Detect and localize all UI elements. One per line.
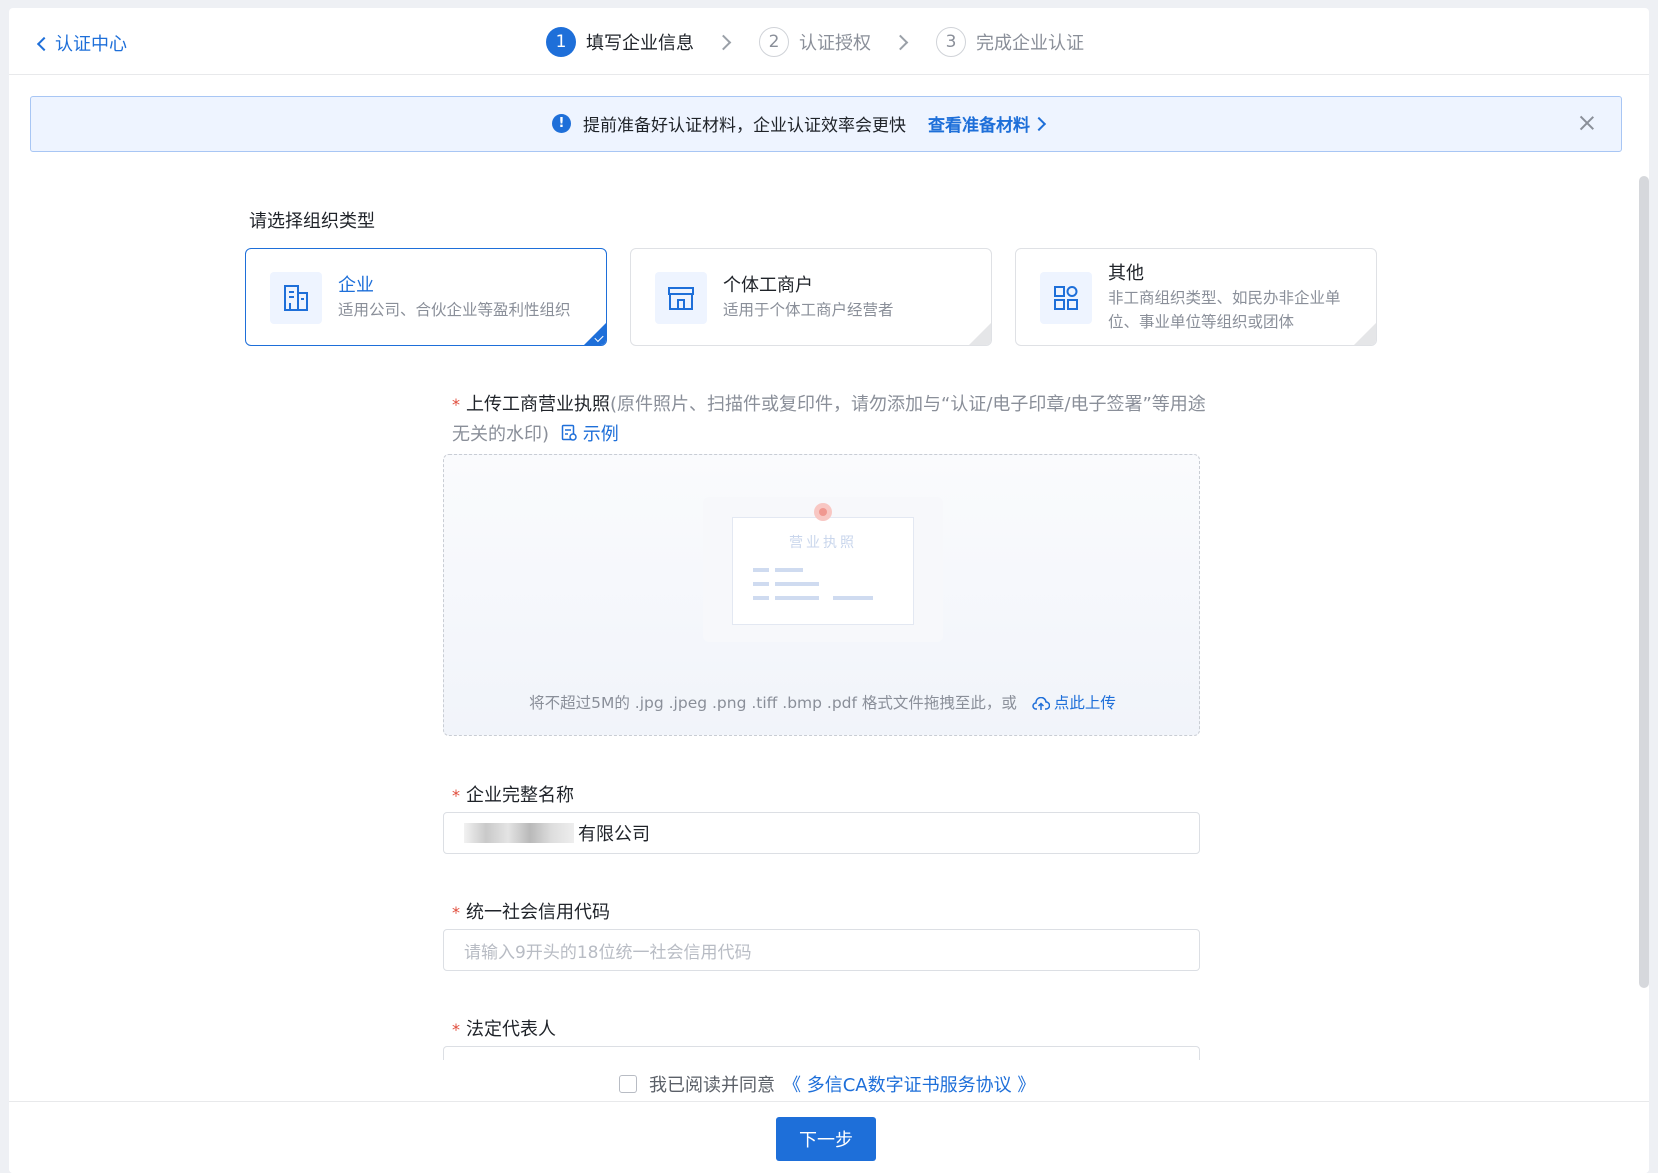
agreement-text: 我已阅读并同意	[649, 1075, 775, 1096]
next-button[interactable]: 下一步	[776, 1117, 876, 1161]
seal-icon	[814, 503, 832, 521]
illustration-title: 营业执照	[789, 535, 857, 551]
top-bar: 认证中心 1 填写企业信息 2 认证授权 3 完成企业认证	[9, 8, 1649, 75]
card-title: 个体工商户	[723, 275, 813, 296]
notice-link-label: 查看准备材料	[928, 116, 1030, 136]
drop-hint: 将不超过5M的 .jpg .jpeg .png .tiff .bmp .pdf …	[529, 694, 1017, 712]
placeholder-line	[775, 596, 819, 600]
chevron-right-icon	[1031, 116, 1047, 131]
step-number: 2	[759, 27, 789, 57]
example-link[interactable]: 示例	[561, 424, 619, 445]
notice-banner: ! 提前准备好认证材料，企业认证效率会更快 查看准备材料	[30, 96, 1622, 152]
notice-content: ! 提前准备好认证材料，企业认证效率会更快 查看准备材料	[552, 111, 1047, 136]
step-3: 3 完成企业认证	[936, 27, 1084, 57]
step-number: 3	[936, 27, 966, 57]
required-mark: *	[452, 395, 460, 414]
scrollbar[interactable]	[1639, 176, 1649, 988]
credit-code-input[interactable]: 请输入9开头的18位统一社会信用代码	[443, 929, 1200, 971]
placeholder-line	[775, 582, 819, 586]
back-link[interactable]: 认证中心	[36, 30, 127, 56]
close-icon[interactable]	[1577, 113, 1597, 133]
step-label: 认证授权	[799, 33, 871, 54]
view-materials-link[interactable]: 查看准备材料	[928, 111, 1047, 136]
step-2: 2 认证授权	[759, 27, 871, 57]
placeholder-line	[833, 596, 873, 600]
apps-icon	[1040, 272, 1092, 324]
placeholder-line	[753, 596, 769, 600]
placeholder-line	[775, 568, 803, 572]
card-desc: 非工商组织类型、如民办非企业单位、事业单位等组织或团体	[1108, 289, 1341, 331]
org-card-individual[interactable]: 个体工商户 适用于个体工商户经营者	[630, 248, 992, 346]
required-mark: *	[452, 903, 460, 922]
step-indicator: 1 填写企业信息 2 认证授权 3 完成企业认证	[546, 26, 1084, 58]
required-mark: *	[452, 786, 460, 805]
agreement-checkbox[interactable]	[619, 1075, 637, 1093]
placeholder-line	[753, 568, 769, 572]
upload-hint: 将不超过5M的 .jpg .jpeg .png .tiff .bmp .pdf …	[444, 691, 1201, 713]
company-name-value: 有限公司	[578, 824, 650, 845]
company-name-label: * 企业完整名称	[452, 781, 574, 807]
footer-bar: 下一步	[9, 1101, 1649, 1173]
redacted-text	[464, 823, 574, 843]
back-label: 认证中心	[55, 34, 127, 55]
company-name-label-text: 企业完整名称	[466, 785, 574, 806]
chevron-left-icon	[36, 36, 52, 51]
selected-corner	[584, 323, 606, 345]
unselected-corner	[1354, 323, 1376, 345]
chevron-right-icon	[892, 34, 909, 50]
notice-text: 提前准备好认证材料，企业认证效率会更快	[583, 116, 906, 136]
company-name-input[interactable]: 有限公司	[443, 812, 1200, 854]
step-number: 1	[546, 27, 576, 57]
license-document: 营业执照	[732, 517, 914, 625]
card-desc: 适用于个体工商户经营者	[723, 301, 894, 319]
chevron-right-icon	[715, 34, 732, 50]
agreement-row: 我已阅读并同意 《 多信CA数字证书服务协议 》	[619, 1071, 1035, 1097]
org-card-enterprise[interactable]: 企业 适用公司、合伙企业等盈利性组织	[245, 248, 607, 346]
document-icon	[561, 424, 577, 441]
license-illustration: 营业执照	[703, 497, 943, 642]
example-label: 示例	[582, 424, 619, 445]
card-title: 其他	[1108, 263, 1144, 284]
unselected-corner	[969, 323, 991, 345]
upload-link-label: 点此上传	[1053, 694, 1116, 712]
card-title: 企业	[338, 275, 374, 296]
main-panel: 认证中心 1 填写企业信息 2 认证授权 3 完成企业认证 ! 提前准备好认证材…	[9, 8, 1649, 1173]
card-desc: 适用公司、合伙企业等盈利性组织	[338, 301, 571, 319]
required-mark: *	[452, 1020, 460, 1039]
credit-code-label: * 统一社会信用代码	[452, 898, 610, 924]
upload-label-text: 上传工商营业执照	[466, 394, 610, 415]
credit-code-placeholder: 请输入9开头的18位统一社会信用代码	[464, 942, 752, 963]
store-icon	[655, 272, 707, 324]
building-icon	[270, 272, 322, 324]
click-upload-link[interactable]: 点此上传	[1032, 694, 1116, 712]
agreement-link[interactable]: 《 多信CA数字证书服务协议 》	[783, 1071, 1035, 1097]
legal-rep-label-text: 法定代表人	[466, 1019, 556, 1040]
legal-rep-input[interactable]	[443, 1046, 1200, 1060]
org-type-title: 请选择组织类型	[249, 211, 375, 232]
step-label: 完成企业认证	[976, 33, 1084, 54]
legal-rep-label: * 法定代表人	[452, 1015, 556, 1041]
info-icon: !	[552, 114, 571, 133]
upload-dropzone[interactable]: 营业执照 将不超过5M的 .jpg .jpeg .png .tiff .bmp …	[443, 454, 1200, 736]
upload-license-label: * 上传工商营业执照(原件照片、扫描件或复印件，请勿添加与“认证/电子印章/电子签…	[452, 390, 1212, 450]
cloud-upload-icon	[1032, 696, 1050, 710]
step-label: 填写企业信息	[586, 33, 694, 54]
step-1: 1 填写企业信息	[546, 27, 694, 57]
credit-code-label-text: 统一社会信用代码	[466, 902, 610, 923]
org-card-other[interactable]: 其他 非工商组织类型、如民办非企业单位、事业单位等组织或团体	[1015, 248, 1377, 346]
placeholder-line	[753, 582, 769, 586]
